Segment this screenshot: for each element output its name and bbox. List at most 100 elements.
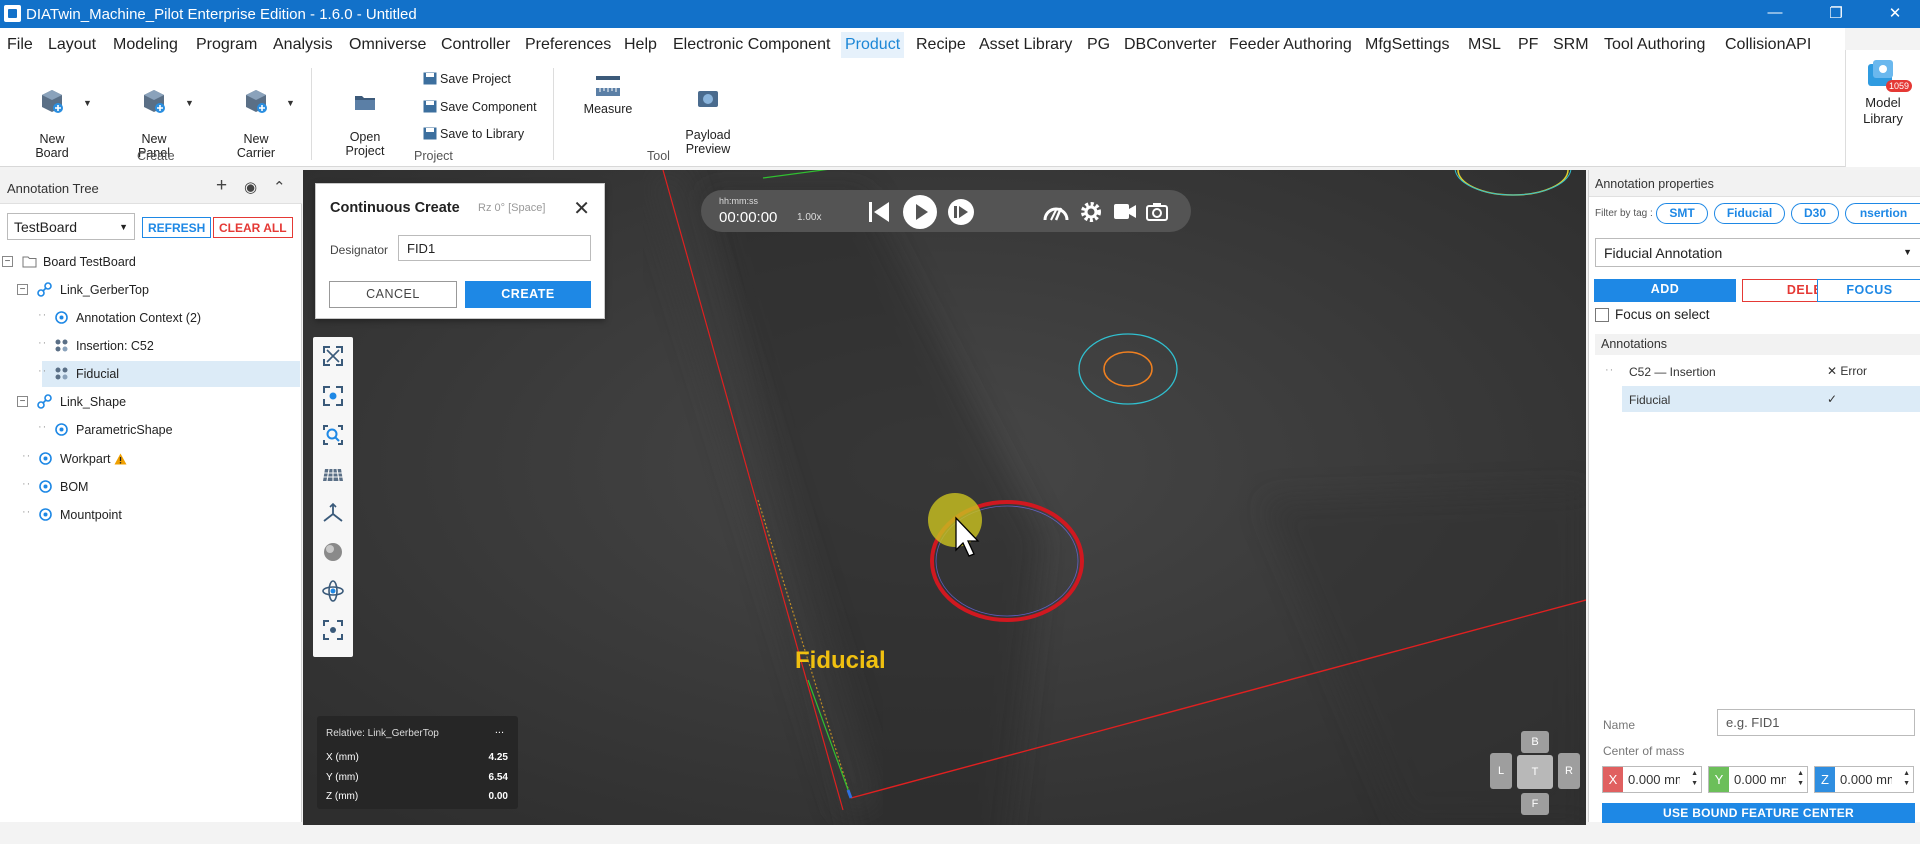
tree-node-fiducial[interactable]: ·· Fiducial (38, 361, 300, 387)
save-to-library-button[interactable]: Save to Library (423, 127, 524, 141)
annotation-type-select[interactable]: Fiducial Annotation ▼ (1595, 238, 1920, 267)
tree-node-mountpoint[interactable]: ·· Mountpoint (0, 502, 300, 528)
playback-speed[interactable]: 1.00x (797, 212, 821, 223)
add-annotation-button[interactable]: ADD (1594, 279, 1736, 302)
tree-node-link-gerbertop[interactable]: − Link_GerberTop (0, 277, 300, 303)
navcube-front[interactable]: F (1521, 793, 1549, 815)
tag-chip-d30[interactable]: D30 (1791, 203, 1839, 224)
focus-on-select-checkbox[interactable] (1595, 308, 1609, 322)
annotation-row[interactable]: ·· C52 — Insertion ✕ Error (1595, 358, 1920, 384)
refresh-button[interactable]: REFRESH (142, 217, 212, 238)
tag-chip-fiducial[interactable]: Fiducial (1714, 203, 1785, 224)
new-board-dropdown-icon[interactable]: ▼ (83, 98, 92, 108)
tree-node-insertion[interactable]: ·· Insertion: C52 (0, 333, 300, 359)
save-project-button[interactable]: Save Project (423, 72, 511, 86)
tree-node-parametric-shape[interactable]: ·· ParametricShape (0, 417, 300, 443)
spinner-icon[interactable]: ▲ ▼ (1691, 769, 1698, 789)
menu-layout[interactable]: Layout (48, 36, 96, 54)
new-panel-dropdown-icon[interactable]: ▼ (185, 98, 194, 108)
focus-annotation-button[interactable]: FOCUS (1817, 279, 1920, 302)
menu-analysis[interactable]: Analysis (273, 36, 333, 54)
menu-omniverse[interactable]: Omniverse (349, 36, 426, 54)
eye-icon[interactable]: ◉ (244, 178, 257, 196)
new-carrier-dropdown-icon[interactable]: ▼ (286, 98, 295, 108)
more-options-icon[interactable]: ... (495, 724, 504, 736)
minimize-button[interactable]: — (1760, 4, 1790, 21)
menu-file[interactable]: File (7, 36, 33, 54)
spinner-icon[interactable]: ▲ ▼ (1903, 769, 1910, 789)
board-select[interactable]: TestBoard ▼ (7, 213, 135, 240)
screenshot-camera-icon[interactable] (1146, 202, 1168, 221)
collapse-node-icon[interactable]: − (17, 396, 28, 407)
grid-icon[interactable] (322, 463, 344, 485)
menu-electronic-component[interactable]: Electronic Component (673, 36, 830, 54)
menu-preferences[interactable]: Preferences (525, 36, 611, 54)
designator-input[interactable]: FID1 (398, 235, 591, 261)
center-x-field[interactable]: X 0.000 mm ▲▼ (1602, 766, 1702, 793)
save-component-button[interactable]: Save Component (423, 100, 537, 114)
fit-all-icon[interactable] (322, 345, 344, 367)
menu-recipe[interactable]: Recipe (916, 36, 966, 54)
menu-pg[interactable]: PG (1087, 36, 1110, 54)
navcube-back[interactable]: B (1521, 731, 1549, 753)
name-input[interactable]: e.g. FID1 (1717, 709, 1915, 736)
new-panel-button[interactable]: New Panel (132, 74, 176, 160)
shading-sphere-icon[interactable] (322, 541, 344, 563)
navcube-left[interactable]: L (1490, 753, 1512, 789)
close-window-button[interactable]: ✕ (1880, 4, 1910, 22)
navigation-cube[interactable]: B L T R F (1490, 731, 1580, 815)
menu-feeder-authoring[interactable]: Feeder Authoring (1229, 36, 1352, 54)
spinner-icon[interactable]: ▲ ▼ (1797, 769, 1804, 789)
menu-msl[interactable]: MSL (1468, 36, 1501, 54)
collapse-node-icon[interactable]: − (2, 256, 13, 267)
close-icon[interactable]: ✕ (573, 196, 590, 221)
play-icon[interactable] (903, 195, 937, 229)
menu-product[interactable]: Product (841, 32, 905, 58)
orbit-icon[interactable] (322, 580, 344, 602)
video-camera-icon[interactable] (1113, 203, 1137, 220)
speed-gauge-icon[interactable] (1043, 202, 1069, 222)
gear-icon[interactable] (1079, 200, 1103, 224)
tree-node-annotation-context[interactable]: ·· Annotation Context (2) (0, 305, 300, 331)
tree-node-workpart[interactable]: ·· Workpart (0, 446, 300, 472)
menu-collisionapi[interactable]: CollisionAPI (1725, 36, 1811, 54)
new-carrier-button[interactable]: New Carrier (233, 74, 279, 160)
tag-chip-insertion[interactable]: nsertion (1845, 203, 1920, 224)
focus-target-icon[interactable] (322, 619, 344, 641)
navcube-right[interactable]: R (1558, 753, 1580, 789)
clear-all-button[interactable]: CLEAR ALL (213, 217, 293, 238)
fit-selection-icon[interactable] (322, 385, 344, 407)
menu-controller[interactable]: Controller (441, 36, 510, 54)
collapse-panel-icon[interactable]: ⌃ (273, 178, 286, 196)
use-bound-feature-center-button[interactable]: USE BOUND FEATURE CENTER (1602, 803, 1915, 823)
center-z-field[interactable]: Z 0.000 mm ▲▼ (1814, 766, 1914, 793)
menu-mfgsettings[interactable]: MfgSettings (1365, 36, 1449, 54)
annotation-row[interactable]: Fiducial ✓ (1622, 386, 1920, 412)
payload-preview-button[interactable]: Payload Preview (682, 74, 734, 156)
tree-node-bom[interactable]: ·· BOM (0, 474, 300, 500)
tag-chip-smt[interactable]: SMT (1656, 203, 1708, 224)
center-y-field[interactable]: Y 0.000 mm ▲▼ (1708, 766, 1808, 793)
tree-node-board[interactable]: − Board TestBoard (0, 249, 300, 275)
axes-icon[interactable] (322, 502, 344, 524)
tree-node-link-shape[interactable]: − Link_Shape (0, 389, 300, 415)
menu-dbconverter[interactable]: DBConverter (1124, 36, 1216, 54)
navcube-top[interactable]: T (1517, 755, 1553, 789)
menu-program[interactable]: Program (196, 36, 257, 54)
menu-pf[interactable]: PF (1518, 36, 1538, 54)
restore-button[interactable]: ❐ (1821, 4, 1851, 22)
menu-modeling[interactable]: Modeling (113, 36, 178, 54)
menu-help[interactable]: Help (624, 36, 657, 54)
menu-srm[interactable]: SRM (1553, 36, 1589, 54)
skip-to-start-icon[interactable] (867, 201, 891, 223)
create-button[interactable]: CREATE (465, 281, 591, 308)
cancel-button[interactable]: CANCEL (329, 281, 457, 308)
add-icon[interactable]: + (216, 175, 227, 197)
step-forward-icon[interactable] (947, 198, 975, 226)
menu-tool-authoring[interactable]: Tool Authoring (1604, 36, 1705, 54)
model-library-button[interactable]: 1059 Model Library (1845, 50, 1920, 167)
measure-button[interactable]: Measure (580, 74, 636, 116)
open-project-button[interactable]: Open Project (345, 78, 385, 158)
zoom-region-icon[interactable] (322, 424, 344, 446)
new-board-button[interactable]: New Board (30, 74, 74, 160)
